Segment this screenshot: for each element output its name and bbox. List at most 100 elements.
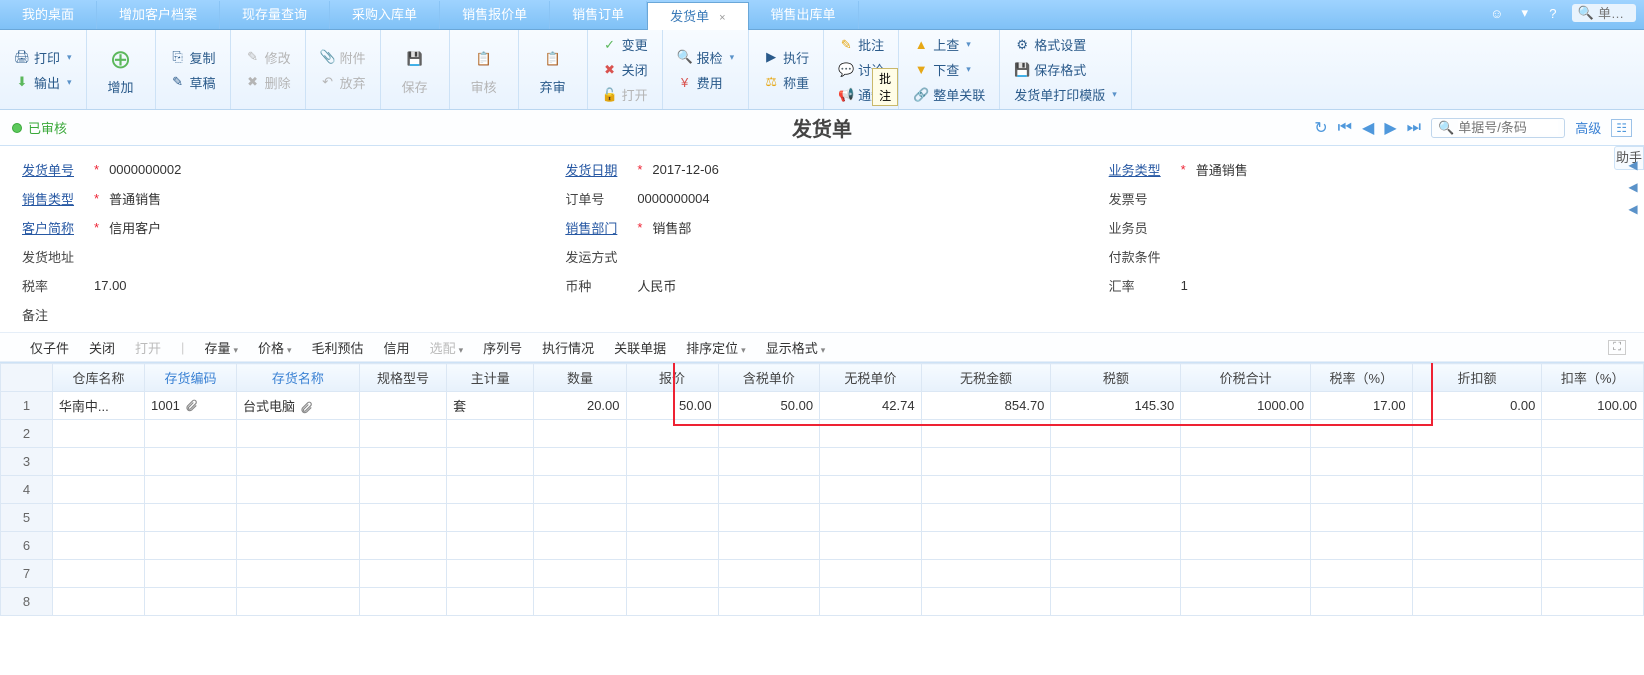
delete-button[interactable]: ✖删除 xyxy=(239,71,297,94)
header-form: 发货单号*0000000002 发货日期*2017-12-06 业务类型*普通销… xyxy=(0,146,1644,332)
sb-disp-button[interactable]: 显示格式▾ xyxy=(766,338,826,357)
print-tpl-button[interactable]: 发货单打印模版▾ xyxy=(1008,83,1123,106)
chevron-left-icon[interactable]: ◀ xyxy=(1628,202,1637,216)
global-search-input[interactable] xyxy=(1598,6,1630,21)
format-save-button[interactable]: 💾保存格式 xyxy=(1008,58,1123,81)
expand-icon[interactable]: ⛶ xyxy=(1608,340,1626,355)
refresh-icon[interactable]: ↻ xyxy=(1314,118,1327,138)
chevron-left-icon[interactable]: ◀ xyxy=(1628,158,1637,172)
close-icon[interactable]: × xyxy=(719,12,725,24)
col-header[interactable]: 存货编码 xyxy=(144,364,236,392)
save-button[interactable]: 💾保存 xyxy=(389,39,441,100)
tab-purchase-in[interactable]: 采购入库单 xyxy=(330,1,440,29)
table-row[interactable]: 5 xyxy=(1,504,1644,532)
draft-button[interactable]: ✎草稿 xyxy=(164,71,222,94)
discard-button[interactable]: ↶放弃 xyxy=(314,71,372,94)
global-search[interactable]: 🔍 xyxy=(1572,4,1636,22)
wholerel-button[interactable]: 🔗整单关联 xyxy=(907,83,991,106)
col-header[interactable]: 扣率（%） xyxy=(1542,364,1644,392)
chevron-down-icon[interactable]: ▾ xyxy=(1516,4,1534,22)
table-row[interactable]: 3 xyxy=(1,448,1644,476)
unaudit-button[interactable]: 📋弃审 xyxy=(527,39,579,100)
tab-sale-quote[interactable]: 销售报价单 xyxy=(440,1,550,29)
audit-button[interactable]: 📋审核 xyxy=(458,39,510,100)
table-row[interactable]: 1华南中...1001 台式电脑 套20.0050.0050.0042.7485… xyxy=(1,392,1644,420)
cost-button[interactable]: ¥费用 xyxy=(671,71,741,94)
col-header[interactable]: 价税合计 xyxy=(1181,364,1311,392)
table-row[interactable]: 2 xyxy=(1,420,1644,448)
table-row[interactable]: 7 xyxy=(1,560,1644,588)
col-header[interactable]: 主计量 xyxy=(447,364,534,392)
col-header[interactable]: 规格型号 xyxy=(359,364,446,392)
table-row[interactable]: 4 xyxy=(1,476,1644,504)
down-button[interactable]: ▼下查▾ xyxy=(907,58,991,81)
sb-stock-button[interactable]: 存量▾ xyxy=(204,338,238,357)
taxrate-value: 17.00 xyxy=(94,278,127,293)
paperclip-icon: 📎 xyxy=(320,49,336,65)
col-header[interactable]: 无税单价 xyxy=(820,364,922,392)
col-header[interactable]: 折扣额 xyxy=(1412,364,1542,392)
cust-value: 信用客户 xyxy=(109,218,161,237)
exrate-value: 1 xyxy=(1181,278,1188,293)
sb-sort-button[interactable]: 排序定位▾ xyxy=(686,338,746,357)
sb-credit-button[interactable]: 信用 xyxy=(384,338,410,357)
table-row[interactable]: 6 xyxy=(1,532,1644,560)
tab-stock-query[interactable]: 现存量查询 xyxy=(220,1,330,29)
sb-seq-button[interactable]: 序列号 xyxy=(483,338,522,357)
copy-button[interactable]: ⎘复制 xyxy=(164,46,222,69)
chevron-left-icon[interactable]: ◀ xyxy=(1628,180,1637,194)
only-child-button[interactable]: 仅子件 xyxy=(30,338,69,357)
col-header[interactable]: 无税金额 xyxy=(921,364,1051,392)
change-button[interactable]: ✓变更 xyxy=(596,33,654,56)
first-icon[interactable]: ⏮ xyxy=(1338,119,1352,137)
col-header[interactable]: 报价 xyxy=(626,364,718,392)
tab-desktop[interactable]: 我的桌面 xyxy=(0,1,97,29)
col-header[interactable]: 税额 xyxy=(1051,364,1181,392)
attach-button[interactable]: 📎附件 xyxy=(314,46,372,69)
modify-button[interactable]: ✎修改 xyxy=(239,46,297,69)
help-icon[interactable]: ? xyxy=(1544,4,1562,22)
doc-search[interactable]: 🔍 xyxy=(1431,118,1565,138)
col-header[interactable]: 存货名称 xyxy=(237,364,360,392)
tab-sale-out[interactable]: 销售出库单 xyxy=(749,1,859,29)
col-header[interactable]: 含税单价 xyxy=(718,364,820,392)
sb-exec-button[interactable]: 执行情况 xyxy=(542,338,594,357)
open-doc-button[interactable]: 🔓打开 xyxy=(596,83,654,106)
tab-sale-order[interactable]: 销售订单 xyxy=(550,1,647,29)
weigh-button[interactable]: ⚖称重 xyxy=(757,71,815,94)
sb-close-button[interactable]: 关闭 xyxy=(89,338,115,357)
print-icon: 🖨 xyxy=(14,49,30,65)
discuss-button[interactable]: 💬讨论 xyxy=(832,58,890,81)
sb-gross-button[interactable]: 毛利预估 xyxy=(312,338,364,357)
grid-icon[interactable]: ☷ xyxy=(1611,119,1632,137)
add-button[interactable]: ⊕增加 xyxy=(95,39,147,100)
inspect-button[interactable]: 🔍报检▾ xyxy=(671,46,741,69)
sb-open-button[interactable]: 打开 xyxy=(135,338,161,357)
up-button[interactable]: ▲上查▾ xyxy=(907,33,991,56)
close-doc-button[interactable]: ✖关闭 xyxy=(596,58,654,81)
col-header[interactable] xyxy=(1,364,53,392)
note-button[interactable]: ✎批注 xyxy=(832,33,890,56)
sb-pick-button[interactable]: 选配▾ xyxy=(430,338,464,357)
print-button[interactable]: 🖨打印▾ xyxy=(8,46,78,69)
doc-search-input[interactable] xyxy=(1458,120,1558,135)
notify-button[interactable]: 📢通知 xyxy=(832,83,890,106)
export-button[interactable]: ⬇输出▾ xyxy=(8,71,78,94)
data-grid[interactable]: 仓库名称存货编码存货名称规格型号主计量数量报价含税单价无税单价无税金额税额价税合… xyxy=(0,363,1644,616)
exec-button[interactable]: ▶执行 xyxy=(757,46,815,69)
sb-rel-button[interactable]: 关联单据 xyxy=(614,338,666,357)
prev-icon[interactable]: ◀ xyxy=(1362,118,1374,138)
table-row[interactable]: 8 xyxy=(1,588,1644,616)
sb-price-button[interactable]: 价格▾ xyxy=(258,338,292,357)
tab-add-customer[interactable]: 增加客户档案 xyxy=(97,1,220,29)
clerk-label: 业务员 xyxy=(1109,218,1171,237)
col-header[interactable]: 仓库名称 xyxy=(52,364,144,392)
smile-icon[interactable]: ☺ xyxy=(1488,4,1506,22)
next-icon[interactable]: ▶ xyxy=(1384,118,1396,138)
advanced-link[interactable]: 高级 xyxy=(1575,118,1601,137)
col-header[interactable]: 数量 xyxy=(534,364,626,392)
col-header[interactable]: 税率（%） xyxy=(1311,364,1413,392)
last-icon[interactable]: ⏭ xyxy=(1407,119,1421,137)
tab-delivery[interactable]: 发货单× xyxy=(647,2,748,30)
format-set-button[interactable]: ⚙格式设置 xyxy=(1008,33,1123,56)
